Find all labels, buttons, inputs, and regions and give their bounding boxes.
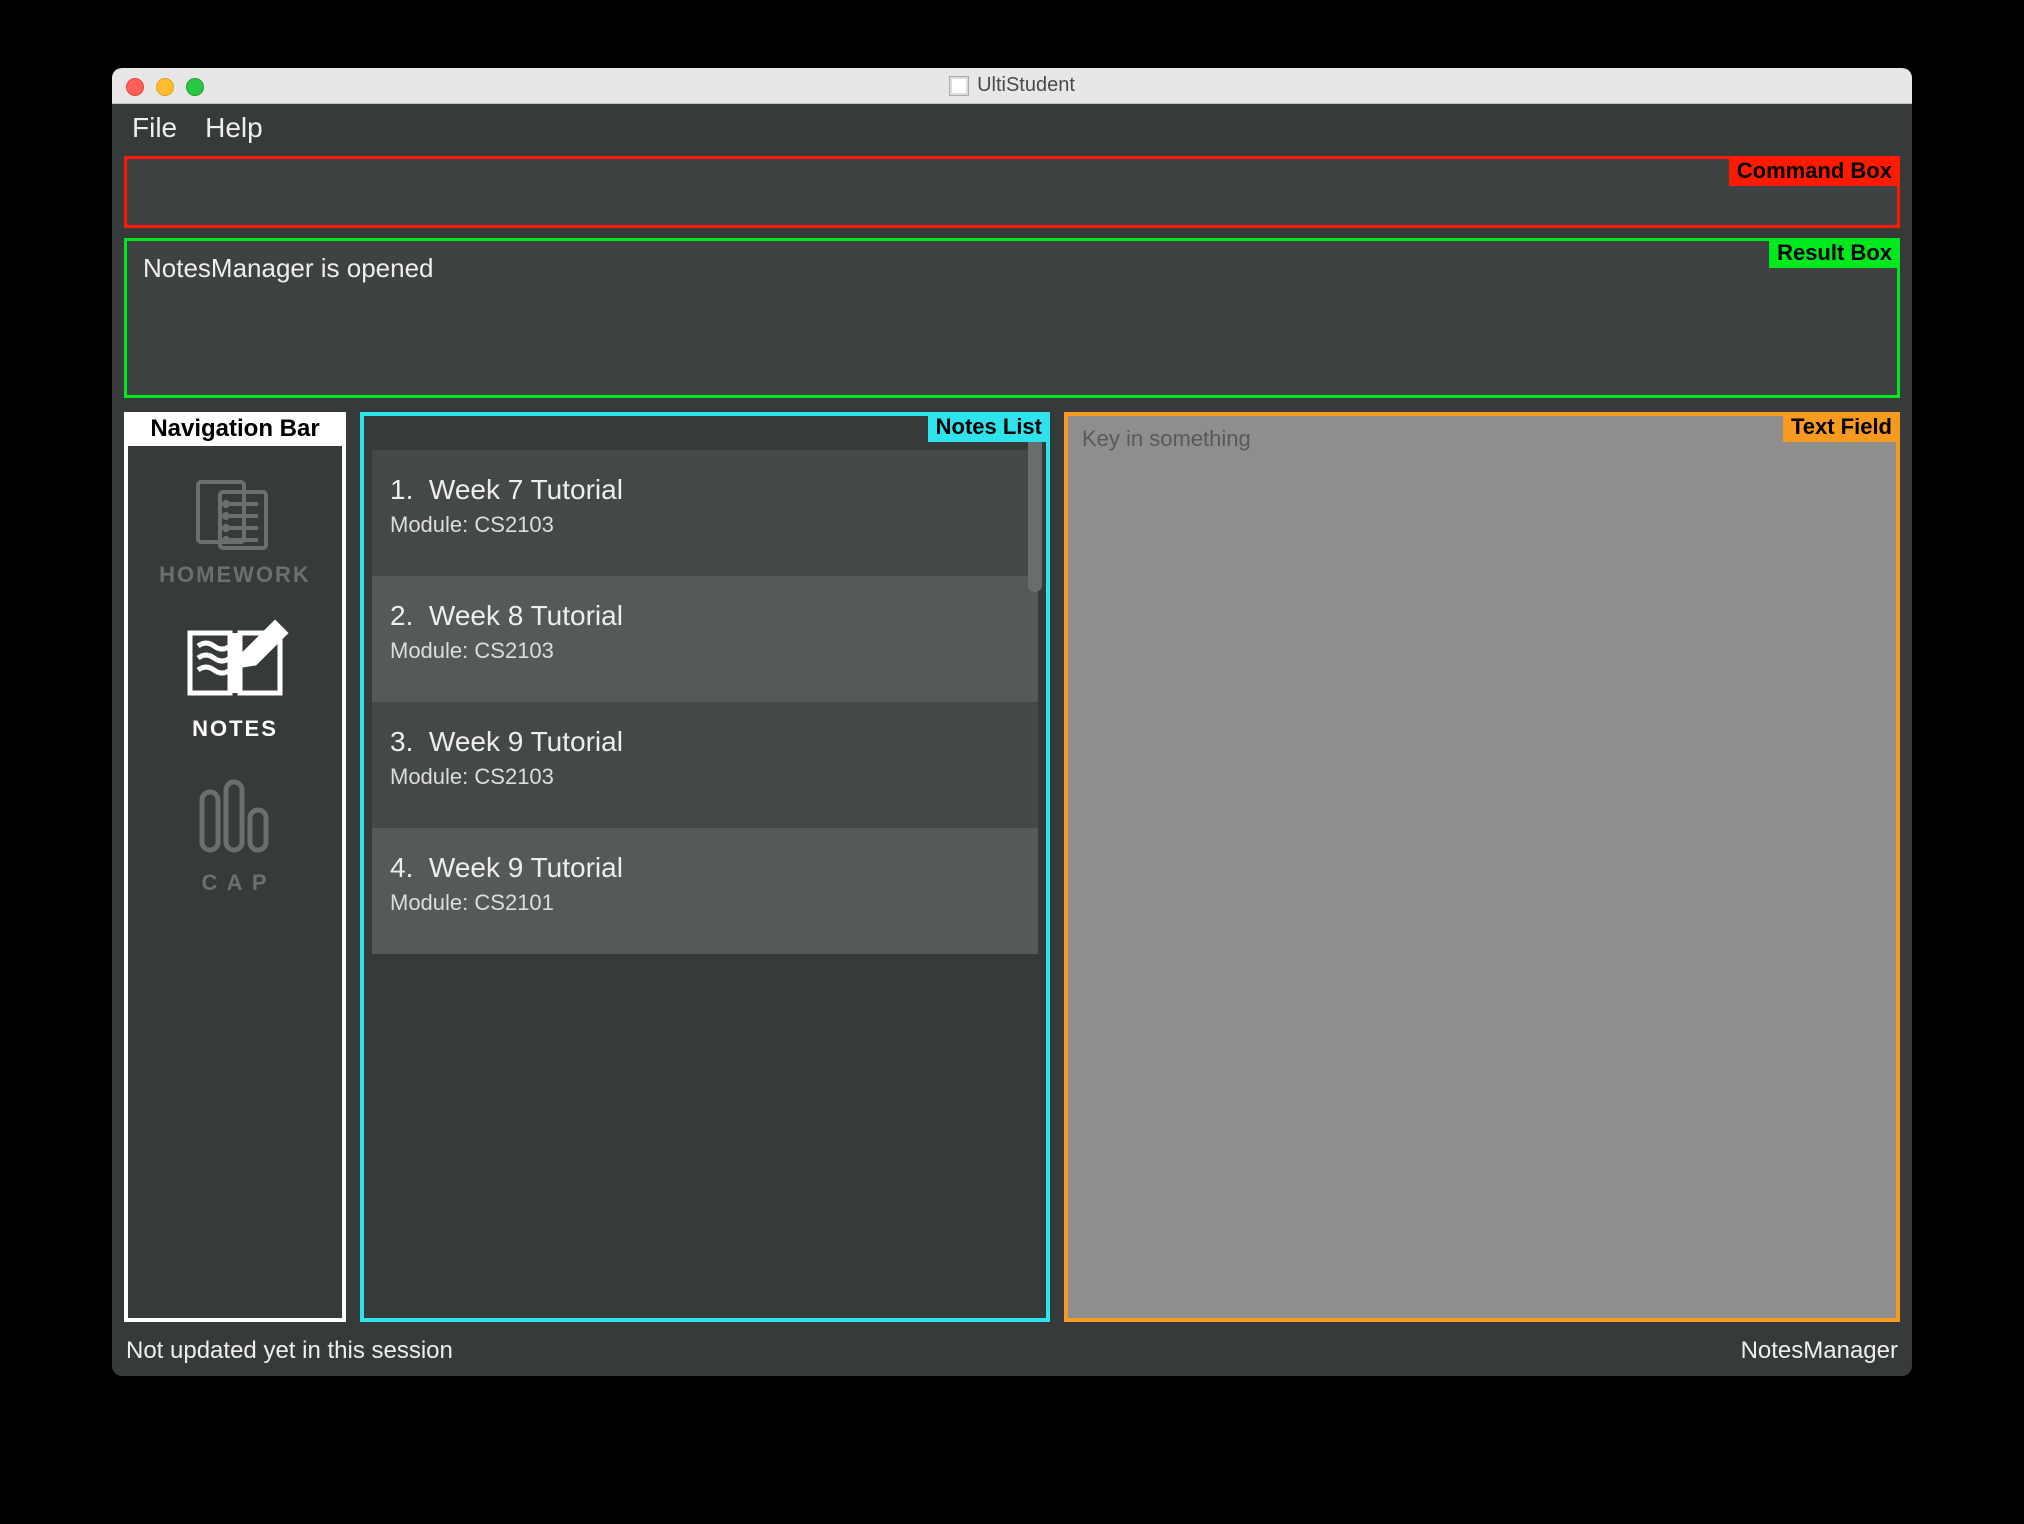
notes-list-region: 1. Week 7 Tutorial Module: CS2103 2. Wee… — [360, 412, 1050, 1322]
command-box[interactable] — [124, 156, 1900, 228]
nav-label-notes: NOTES — [192, 716, 278, 742]
text-field-label: Text Field — [1783, 412, 1900, 442]
nav-item-notes[interactable]: NOTES — [180, 618, 290, 742]
nav-label-cap: C A P — [201, 870, 268, 896]
nav-item-homework[interactable]: HOMEWORK — [159, 474, 311, 588]
minimize-icon[interactable] — [156, 78, 174, 96]
status-left: Not updated yet in this session — [126, 1337, 453, 1365]
text-field-region: Key in something Text Field — [1064, 412, 1900, 1322]
navigation-bar: HOMEWORK — [124, 412, 346, 1322]
status-right: NotesManager — [1741, 1337, 1898, 1365]
list-item[interactable]: 2. Week 8 Tutorial Module: CS2103 — [372, 576, 1038, 702]
menu-file[interactable]: File — [132, 112, 177, 144]
app-icon — [949, 76, 969, 96]
app-window: UltiStudent File Help Command Box NotesM… — [112, 68, 1912, 1376]
cap-icon — [190, 772, 280, 862]
status-bar: Not updated yet in this session NotesMan… — [112, 1332, 1912, 1376]
navigation-bar-label: Navigation Bar — [124, 412, 346, 446]
scrollbar-thumb[interactable] — [1028, 432, 1042, 592]
nav-label-homework: HOMEWORK — [159, 562, 311, 588]
close-icon[interactable] — [126, 78, 144, 96]
homework-icon — [190, 474, 280, 554]
list-item[interactable]: 4. Week 9 Tutorial Module: CS2101 — [372, 828, 1038, 954]
result-box-label: Result Box — [1769, 238, 1900, 268]
result-message: NotesManager is opened — [143, 253, 434, 283]
command-box-label: Command Box — [1729, 156, 1900, 186]
main-body: HOMEWORK — [112, 412, 1912, 1332]
menu-help[interactable]: Help — [205, 112, 263, 144]
text-field[interactable]: Key in something — [1064, 412, 1900, 1322]
nav-item-cap[interactable]: C A P — [190, 772, 280, 896]
notes-list-label: Notes List — [928, 412, 1050, 442]
navigation-bar-region: HOMEWORK — [124, 412, 346, 1322]
zoom-icon[interactable] — [186, 78, 204, 96]
text-field-placeholder: Key in something — [1082, 426, 1251, 451]
command-box-region: Command Box — [124, 156, 1900, 228]
menu-bar: File Help — [112, 104, 1912, 152]
titlebar: UltiStudent — [112, 68, 1912, 104]
result-box: NotesManager is opened — [124, 238, 1900, 398]
list-item[interactable]: 3. Week 9 Tutorial Module: CS2103 — [372, 702, 1038, 828]
notes-list[interactable]: 1. Week 7 Tutorial Module: CS2103 2. Wee… — [360, 412, 1050, 1322]
list-item[interactable]: 1. Week 7 Tutorial Module: CS2103 — [372, 450, 1038, 576]
notes-icon — [180, 618, 290, 708]
traffic-lights — [126, 78, 204, 96]
window-title: UltiStudent — [977, 74, 1075, 97]
result-box-region: NotesManager is opened Result Box — [124, 238, 1900, 398]
